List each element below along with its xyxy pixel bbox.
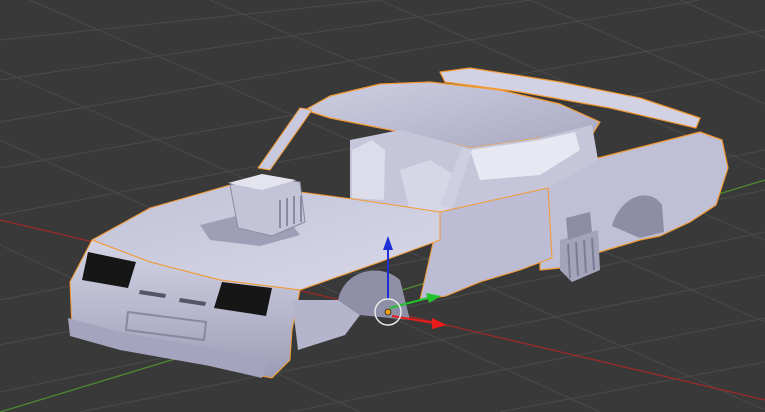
gizmo-origin-dot[interactable] bbox=[384, 308, 392, 316]
front-seat bbox=[352, 140, 385, 200]
3d-viewport[interactable] bbox=[0, 0, 765, 412]
